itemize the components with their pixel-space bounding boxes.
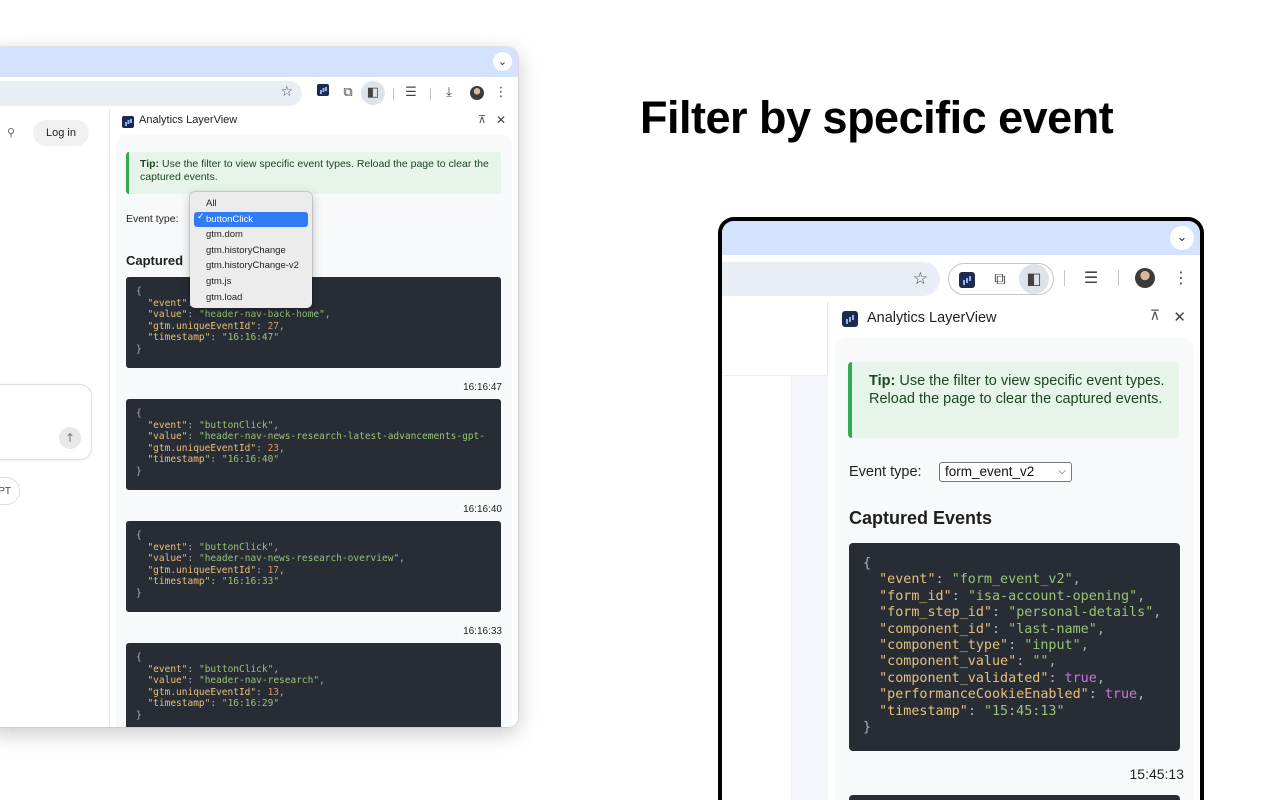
search-icon[interactable]: ⚲: [7, 126, 15, 139]
side-panel-title: Analytics LayerView: [139, 114, 238, 126]
chevron-down-icon: ⌵: [1058, 466, 1066, 477]
dropdown-option[interactable]: gtm.historyChange: [194, 243, 308, 259]
unpin-icon[interactable]: ⊼: [1150, 308, 1160, 324]
bookmark-star-icon[interactable]: ☆: [913, 269, 928, 289]
extensions-group: ⧉ ◧: [948, 263, 1054, 295]
dropdown-option[interactable]: gtm.historyChange-v2: [194, 258, 308, 274]
close-icon[interactable]: ✕: [1173, 308, 1186, 326]
analytics-layerview-extension-icon[interactable]: [314, 84, 332, 102]
browser-toolbar: ☆ ⧉ ◧ ☰ ⋮: [722, 255, 1200, 301]
event-timestamp: 16:16:40: [463, 504, 502, 515]
address-bar[interactable]: ☆: [0, 81, 302, 106]
toolbar-divider: [1064, 270, 1065, 286]
tab-search-chevron-icon[interactable]: ⌄: [493, 52, 512, 71]
page-column: [792, 375, 828, 800]
suggestion-pill[interactable]: PT: [0, 477, 20, 505]
event-type-dropdown-list[interactable]: All ✓ buttonClick gtm.dom gtm.historyChan…: [190, 192, 312, 308]
browser-window-zoomed: ⌄ ☆ ⧉ ◧ ☰ ⋮ Analytics LayerView ⊼ ✕ Tip:…: [718, 217, 1204, 800]
side-panel: Analytics LayerView ⊼ ✕ Tip: Use the fil…: [828, 301, 1200, 800]
browser-window-small: ⌄ ☆ ⧉ ◧ ☰ ⤓ ⋮ ⚲ Log in ↑ PT Analytics La…: [0, 47, 518, 727]
puzzle-extension-icon[interactable]: ⧉: [339, 84, 357, 102]
login-button[interactable]: Log in: [33, 120, 89, 146]
toolbar-divider: [393, 88, 394, 100]
captured-events-heading: Captured Events: [849, 508, 993, 528]
close-icon[interactable]: ✕: [496, 113, 506, 127]
reading-list-icon[interactable]: ☰: [402, 84, 420, 102]
tab-search-chevron-icon[interactable]: ⌄: [1170, 226, 1194, 250]
bookmark-star-icon[interactable]: ☆: [280, 84, 293, 100]
side-panel-body: Tip: Use the filter to view specific eve…: [835, 338, 1194, 800]
toolbar-divider: [430, 88, 431, 100]
dropdown-option-selected[interactable]: ✓ buttonClick: [194, 211, 308, 228]
tab-strip: ⌄: [722, 221, 1200, 255]
kebab-menu-icon[interactable]: ⋮: [492, 84, 510, 102]
app-logo-icon: [122, 115, 134, 133]
arrow-up-icon[interactable]: ↑: [59, 427, 81, 449]
tip-label: Tip:: [869, 373, 896, 389]
event-json-block: { "event": "buttonClick", "value": "head…: [126, 399, 501, 490]
reading-list-icon[interactable]: ☰: [1079, 266, 1103, 290]
kebab-menu-icon[interactable]: ⋮: [1169, 266, 1193, 290]
dropdown-option[interactable]: gtm.load: [194, 290, 308, 306]
unpin-icon[interactable]: ⊼: [478, 113, 486, 126]
web-page-content: ⚲ Log in ↑ PT: [0, 109, 110, 727]
page-column: [722, 375, 792, 800]
toolbar-divider: [1118, 270, 1119, 286]
side-panel-icon[interactable]: ◧: [361, 81, 385, 105]
page-headline: Filter by specific event: [640, 92, 1114, 143]
address-bar[interactable]: ☆: [722, 262, 940, 296]
event-json-block: { "event": "buttonClick", "value": "head…: [126, 521, 501, 612]
event-type-select[interactable]: form_event_v2 ⌵: [939, 462, 1072, 482]
event-type-label: Event type:: [849, 464, 922, 480]
tab-strip: ⌄: [0, 47, 518, 77]
tip-banner: Tip: Use the filter to view specific eve…: [848, 362, 1179, 438]
event-json-block-next: [849, 795, 1180, 800]
tip-text: Use the filter to view specific event ty…: [869, 373, 1165, 407]
profile-avatar[interactable]: [1135, 268, 1155, 288]
dropdown-option[interactable]: gtm.dom: [194, 227, 308, 243]
captured-events-heading: Captured: [126, 253, 184, 268]
analytics-layerview-extension-icon[interactable]: [955, 267, 979, 291]
browser-window-inner: ⌄ ☆ ⧉ ◧ ☰ ⋮ Analytics LayerView ⊼ ✕ Tip:…: [722, 221, 1200, 800]
profile-avatar[interactable]: [470, 86, 484, 100]
side-panel-header: Analytics LayerView ⊼ ✕: [110, 109, 518, 133]
tip-banner: Tip: Use the filter to view specific eve…: [126, 152, 501, 194]
dropdown-option[interactable]: All: [194, 196, 308, 212]
side-panel: Analytics LayerView ⊼ ✕ Tip: Use the fil…: [110, 109, 518, 727]
event-type-label: Event type:: [126, 213, 179, 225]
dropdown-option[interactable]: gtm.js: [194, 274, 308, 290]
side-panel-body: Tip: Use the filter to view specific eve…: [116, 135, 512, 727]
event-timestamp: 15:45:13: [1129, 766, 1185, 782]
event-timestamp: 16:16:33: [463, 626, 502, 637]
event-timestamp: 16:16:47: [463, 382, 502, 393]
chat-input-box[interactable]: ↑: [0, 384, 92, 460]
side-panel-icon[interactable]: ◧: [1019, 264, 1049, 294]
checkmark-icon: ✓: [197, 211, 205, 222]
side-panel-title: Analytics LayerView: [867, 310, 997, 326]
tip-label: Tip:: [140, 158, 160, 170]
event-json-block: { "event": "buttonClick", "value": "head…: [126, 277, 501, 368]
event-json-block: { "event": "form_event_v2", "form_id": "…: [849, 543, 1180, 751]
tip-text: Use the filter to view specific event ty…: [140, 158, 489, 183]
puzzle-extension-icon[interactable]: ⧉: [988, 267, 1012, 291]
event-json-block: { "event": "buttonClick", "value": "head…: [126, 643, 501, 727]
download-icon[interactable]: ⤓: [440, 84, 458, 102]
browser-toolbar: ☆ ⧉ ◧ ☰ ⤓ ⋮: [0, 77, 518, 109]
app-logo-icon: [842, 310, 858, 328]
side-panel-header: Analytics LayerView ⊼ ✕: [828, 301, 1200, 335]
web-page-content: [722, 301, 828, 800]
